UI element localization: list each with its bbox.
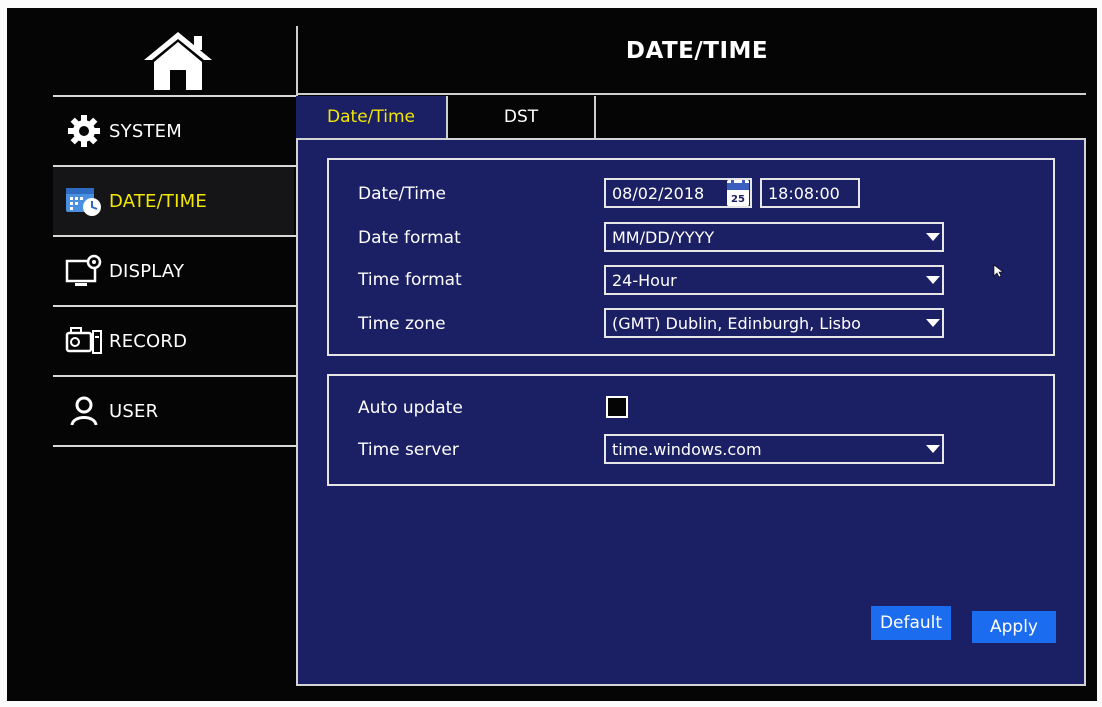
time-zone-label: Time zone xyxy=(358,314,446,334)
user-icon xyxy=(65,394,103,428)
tab-dst[interactable]: DST xyxy=(446,96,596,138)
mouse-cursor-icon xyxy=(993,264,1004,278)
time-zone-select[interactable]: (GMT) Dublin, Edinburgh, Lisbo xyxy=(604,308,944,338)
panel-border xyxy=(296,96,298,686)
apply-button-label: Apply xyxy=(990,617,1038,637)
apply-button[interactable]: Apply xyxy=(972,611,1056,643)
time-format-label: Time format xyxy=(358,270,462,290)
time-server-value: time.windows.com xyxy=(612,439,762,459)
time-sync-group xyxy=(327,374,1055,486)
time-zone-value: (GMT) Dublin, Edinburgh, Lisbo xyxy=(612,313,861,333)
date-time-label: Date/Time xyxy=(358,184,446,204)
sidebar-item-system[interactable]: SYSTEM xyxy=(53,97,294,165)
monitor-settings-icon xyxy=(65,254,103,288)
menu-separator xyxy=(53,445,296,447)
default-button-label: Default xyxy=(879,613,943,633)
dvr-screen: SYSTEM DATE/TIME DISPLAY RECORD USER DAT… xyxy=(7,8,1097,701)
sidebar-item-label: USER xyxy=(109,400,159,422)
sidebar-item-label: DISPLAY xyxy=(109,260,185,282)
tab-date-time[interactable]: Date/Time xyxy=(296,96,446,138)
header-divider xyxy=(296,93,1086,95)
gear-icon xyxy=(65,114,103,148)
sidebar-item-user[interactable]: USER xyxy=(53,377,294,445)
dropdown-arrow-icon xyxy=(926,276,940,284)
date-format-select[interactable]: MM/DD/YYYY xyxy=(604,222,944,252)
sidebar-item-record[interactable]: RECORD xyxy=(53,307,294,375)
tab-label: Date/Time xyxy=(327,107,415,127)
dropdown-arrow-icon xyxy=(926,319,940,327)
default-button[interactable]: Default xyxy=(871,606,951,640)
tab-label: DST xyxy=(503,107,539,127)
svg-text:25: 25 xyxy=(731,194,745,205)
date-value: 08/02/2018 xyxy=(612,183,705,203)
page-title: DATE/TIME xyxy=(625,38,769,64)
camera-icon xyxy=(65,324,103,358)
sidebar-item-label: DATE/TIME xyxy=(109,190,207,212)
sidebar-item-datetime[interactable]: DATE/TIME xyxy=(53,167,294,235)
time-field[interactable]: 18:08:00 xyxy=(760,178,860,208)
time-server-select[interactable]: time.windows.com xyxy=(604,434,944,464)
auto-update-label: Auto update xyxy=(358,398,463,418)
dropdown-arrow-icon xyxy=(926,445,940,453)
time-format-value: 24-Hour xyxy=(612,270,677,290)
sidebar-item-label: RECORD xyxy=(109,330,188,352)
auto-update-checkbox[interactable] xyxy=(606,396,628,418)
time-value: 18:08:00 xyxy=(768,183,840,203)
time-server-label: Time server xyxy=(358,440,459,460)
calendar-icon[interactable]: 25 xyxy=(727,180,749,206)
sidebar-item-label: SYSTEM xyxy=(109,120,182,142)
date-format-value: MM/DD/YYYY xyxy=(612,227,715,247)
sidebar-item-display[interactable]: DISPLAY xyxy=(53,237,294,305)
home-icon[interactable] xyxy=(142,30,214,92)
dropdown-arrow-icon xyxy=(926,233,940,241)
calendar-clock-icon xyxy=(65,184,103,218)
time-format-select[interactable]: 24-Hour xyxy=(604,265,944,295)
date-format-label: Date format xyxy=(358,228,461,248)
